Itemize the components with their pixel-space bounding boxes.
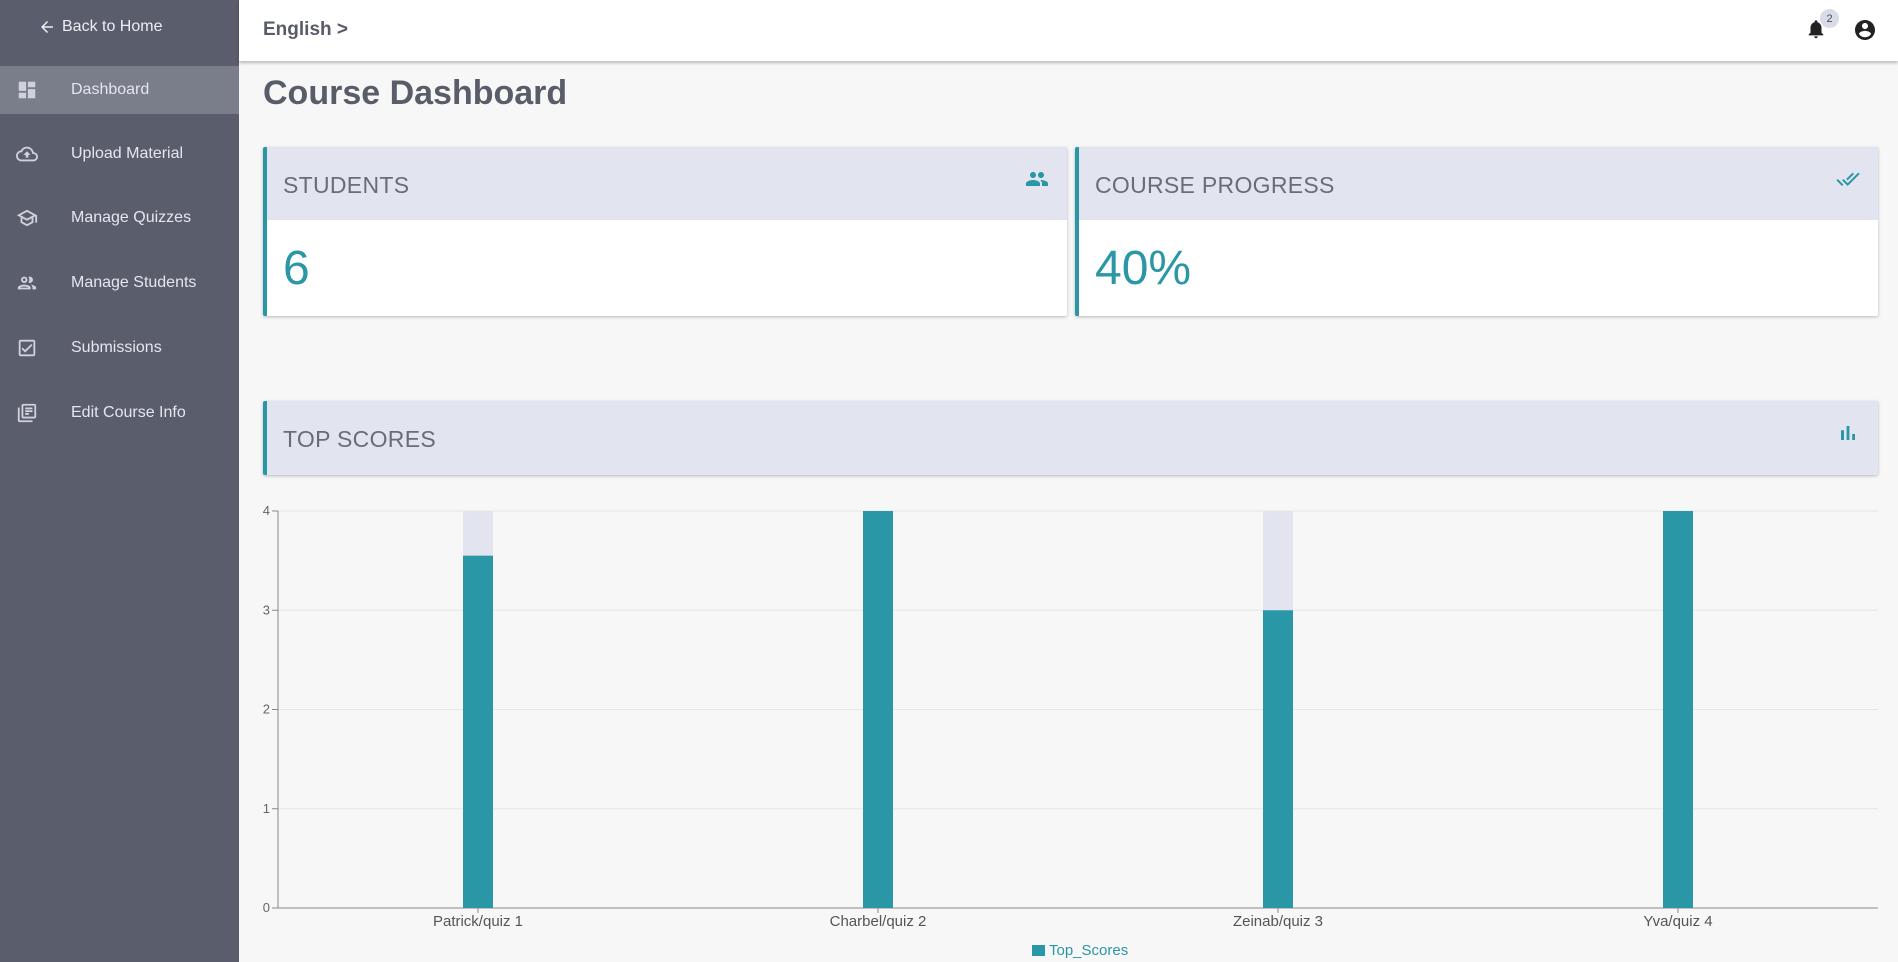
y-tick-label: 4 [263,503,270,518]
account-circle-icon[interactable] [1853,18,1877,42]
legend-swatch [1032,945,1045,956]
card-header: STUDENTS [267,147,1067,220]
sidebar-item-upload-material[interactable]: Upload Material [0,130,239,178]
course-progress-value: 40% [1095,242,1192,295]
people-icon [1025,167,1049,191]
sidebar-item-submissions[interactable]: Submissions [0,324,239,372]
people-icon [16,272,38,294]
notification-badge: 2 [1820,9,1839,28]
top-bar: English > 2 [239,0,1898,61]
card-header: COURSE PROGRESS [1079,147,1878,220]
x-tick-label: Charbel/quiz 2 [830,913,927,930]
card-title: COURSE PROGRESS [1095,172,1335,198]
bar [1663,511,1693,908]
back-to-home-link[interactable]: Back to Home [38,14,162,40]
arrow-back-icon [41,21,53,33]
sidebar-item-dashboard[interactable]: Dashboard [0,66,239,114]
bar [863,511,893,908]
sidebar-item-edit-course-info[interactable]: Edit Course Info [0,389,239,437]
card-title: STUDENTS [283,172,410,198]
bar [463,555,493,908]
students-card: STUDENTS 6 [263,147,1067,316]
page-title: Course Dashboard [263,74,568,112]
sidebar-item-label: Edit Course Info [71,404,186,421]
y-tick-label: 1 [263,801,270,816]
students-count: 6 [283,242,310,295]
cloud-upload-icon [16,143,38,165]
bar [1263,610,1293,908]
sidebar-item-label: Dashboard [71,81,150,98]
school-icon [16,207,38,229]
chart-svg: 0 1 2 3 4 Patrick/quiz 1 Charbel/quiz 2 Zeinab/… [263,503,1878,959]
y-tick-label: 3 [263,602,270,617]
done-all-icon [1836,167,1860,191]
y-tick-label: 0 [263,900,270,915]
x-tick-label: Patrick/quiz 1 [433,913,523,930]
top-scores-header: TOP SCORES [263,401,1878,475]
legend-label: Top_Scores [1049,942,1128,959]
sidebar-item-label: Upload Material [71,145,184,162]
x-tick-label: Yva/quiz 4 [1643,913,1712,930]
back-to-home-label: Back to Home [62,18,163,35]
y-tick-label: 2 [263,702,270,717]
library-books-icon [16,402,38,424]
x-tick-label: Zeinab/quiz 3 [1233,913,1323,930]
sidebar: Back to Home Dashboard Upload Material M… [0,0,239,962]
bar-chart-icon [1836,421,1860,445]
sidebar-item-label: Submissions [71,339,162,356]
section-title: TOP SCORES [283,426,436,452]
checkbox-icon [16,337,38,359]
sidebar-item-manage-quizzes[interactable]: Manage Quizzes [0,194,239,242]
dashboard-icon [16,79,38,101]
sidebar-item-label: Manage Students [71,274,197,291]
breadcrumb[interactable]: English > [263,19,348,41]
sidebar-item-manage-students[interactable]: Manage Students [0,259,239,307]
course-progress-card: COURSE PROGRESS 40% [1075,147,1878,316]
sidebar-item-label: Manage Quizzes [71,209,192,226]
top-scores-chart: 0 1 2 3 4 Patrick/quiz 1 Charbel/quiz 2 Zeinab/… [239,500,1898,962]
